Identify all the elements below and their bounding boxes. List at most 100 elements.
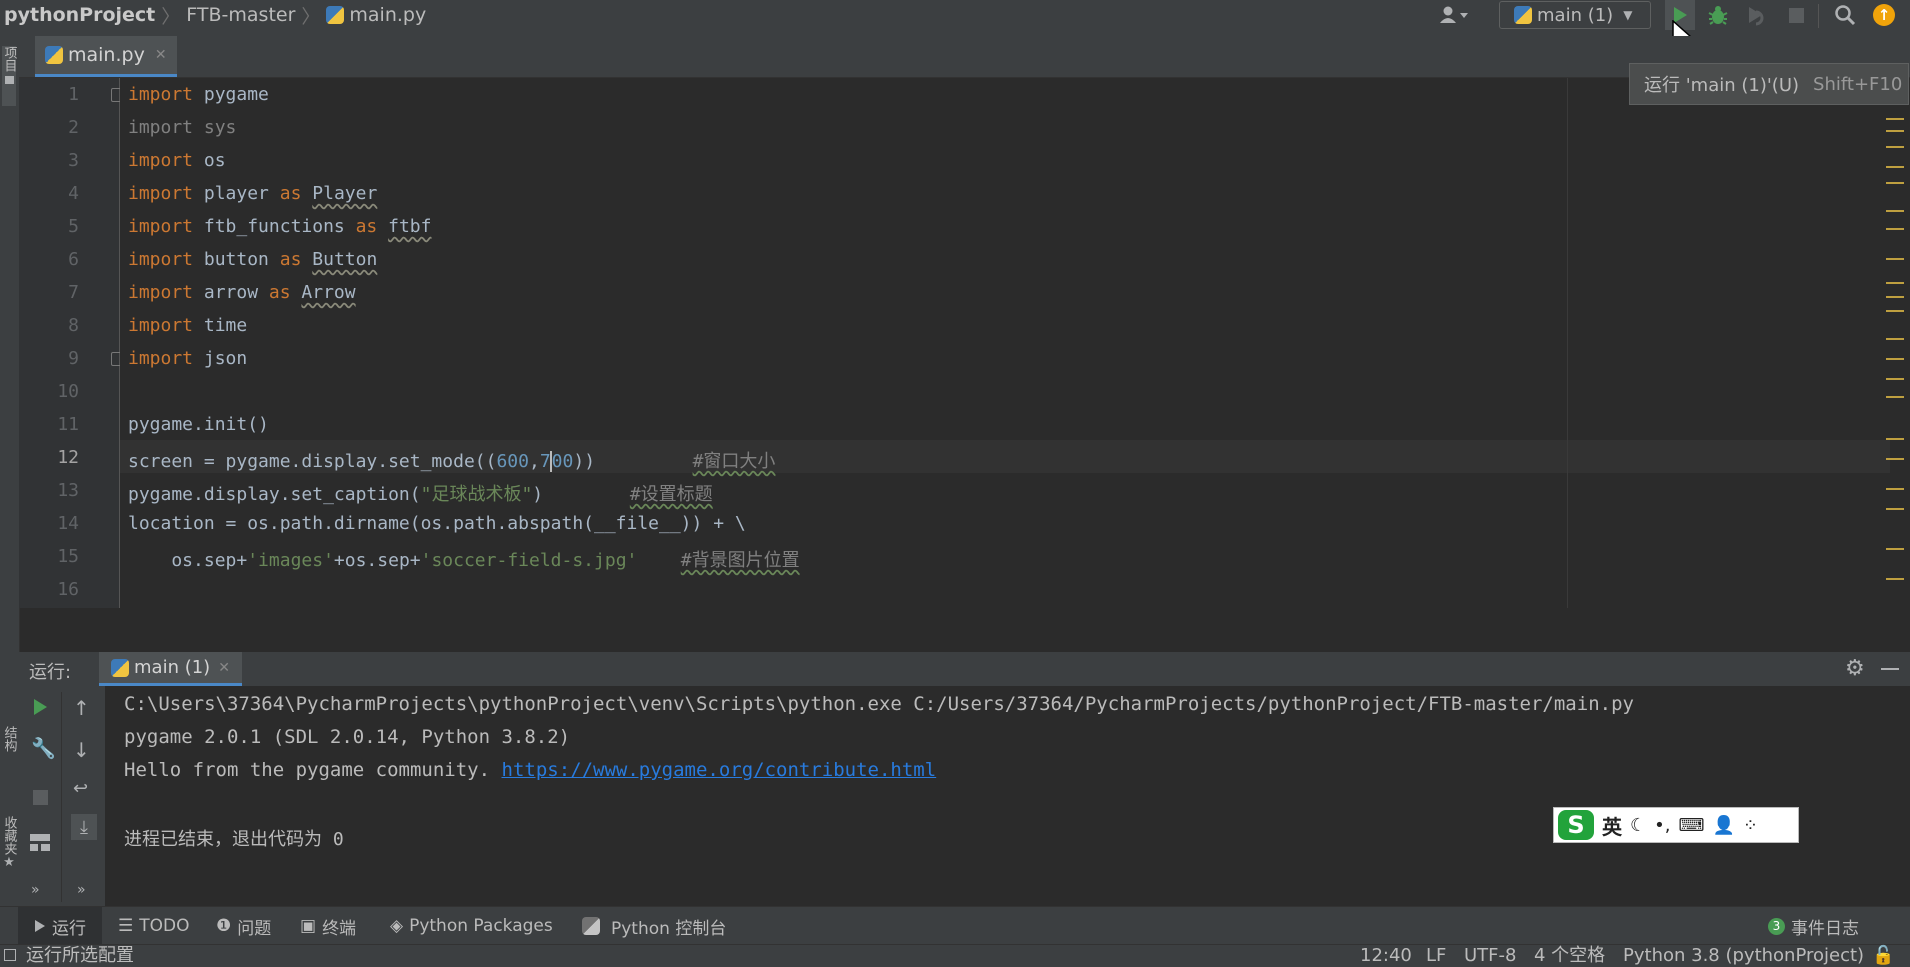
list-icon: ☰: [118, 916, 134, 936]
tool-tab-event-log[interactable]: 3 事件日志: [1768, 907, 1859, 945]
console-line: Hello from the pygame community. https:/…: [124, 759, 936, 781]
run-tab-label: main (1): [134, 657, 211, 678]
run-tab-main[interactable]: main (1) ✕: [99, 652, 242, 686]
breadcrumb-folder[interactable]: FTB-master: [186, 0, 295, 30]
user-icon: [1440, 6, 1468, 23]
scroll-to-end-icon[interactable]: ⤓: [71, 814, 97, 840]
stop-button[interactable]: [1781, 0, 1811, 30]
code-line: import ftb_functions as ftbf: [128, 216, 432, 237]
toggle-tool-windows-icon[interactable]: [4, 949, 16, 961]
tool-tab-python-packages[interactable]: ◈ Python Packages: [390, 907, 553, 945]
status-bar: 运行所选配置 12:40 LF UTF-8 4 个空格 Python 3.8 (…: [0, 944, 1910, 967]
run-icon: [35, 920, 45, 932]
python-interpreter[interactable]: Python 3.8 (pythonProject): [1623, 945, 1864, 967]
error-stripe[interactable]: [1884, 78, 1910, 608]
gear-icon: ⚙: [1845, 656, 1865, 681]
console-text: Hello from the pygame community.: [124, 759, 502, 781]
code-line: import os: [128, 150, 226, 171]
scroll-down-icon[interactable]: ↓: [73, 738, 90, 762]
layout-icon: [30, 834, 50, 841]
folder-icon: [4, 76, 14, 84]
run-tooltip: 运行 'main (1)'(U) Shift+F10: [1629, 63, 1909, 105]
breadcrumb-file[interactable]: main.py: [349, 0, 426, 30]
star-icon: ★: [3, 855, 15, 870]
code-line: import json: [128, 348, 248, 369]
editor-tab-main-py[interactable]: main.py ✕: [35, 36, 177, 77]
tool-tab-run[interactable]: 运行: [18, 907, 102, 945]
tool-tab-python-console[interactable]: Python 控制台: [582, 907, 726, 945]
project-tool-window-button[interactable]: 项目: [1, 46, 17, 106]
line-number: 16: [57, 579, 79, 600]
console-link[interactable]: https://www.pygame.org/contribute.html: [502, 759, 937, 781]
close-icon[interactable]: ✕: [218, 660, 230, 676]
update-arrow-icon: ↑: [1873, 4, 1895, 26]
settings-button[interactable]: ⚙: [1845, 658, 1867, 680]
stop-icon: [1788, 7, 1804, 23]
line-number: 15: [57, 546, 79, 567]
line-number: 9: [68, 348, 79, 369]
line-number-current: 12: [57, 447, 79, 468]
run-with-coverage-button[interactable]: [1741, 0, 1771, 30]
line-number: 5: [68, 216, 79, 237]
more-actions-icon[interactable]: »: [77, 882, 86, 898]
caret-position[interactable]: 12:40: [1360, 945, 1412, 967]
minimize-icon[interactable]: [1881, 668, 1899, 670]
favorites-tool-label: 收藏夹: [1, 816, 17, 855]
grid-menu-icon[interactable]: ⁘: [1743, 815, 1758, 836]
project-tool-label: 项目: [1, 46, 17, 72]
run-panel-label: 运行:: [29, 662, 72, 683]
left-tool-window-stripe: 项目 结构 收藏夹 ★: [0, 36, 20, 906]
code-lines[interactable]: import pygame import sys import os impor…: [120, 78, 1870, 608]
run-console[interactable]: C:\Users\37364\PycharmProjects\pythonPro…: [105, 686, 1910, 906]
run-configuration-select[interactable]: main (1) ▼: [1499, 1, 1651, 29]
editor-tab-bar: main.py ✕: [19, 36, 1910, 78]
line-number: 1: [68, 84, 79, 105]
structure-tool-window-button[interactable]: 结构: [2, 726, 17, 786]
stop-icon[interactable]: [33, 790, 48, 805]
line-number: 13: [57, 480, 79, 501]
file-encoding[interactable]: UTF-8: [1464, 945, 1516, 967]
keyboard-icon[interactable]: ⌨: [1678, 815, 1704, 836]
code-line: import time: [128, 315, 248, 336]
debug-button[interactable]: [1703, 0, 1733, 30]
terminal-icon: ▣: [300, 916, 317, 936]
rerun-icon: [34, 699, 47, 715]
breadcrumb-project[interactable]: pythonProject: [4, 0, 155, 30]
rerun-button[interactable]: [31, 698, 49, 720]
code-line: pygame.init(): [128, 414, 269, 435]
tool-tab-problems[interactable]: ❶ 问题: [216, 907, 271, 945]
ide-update-button[interactable]: ↑: [1869, 0, 1899, 30]
console-line: 进程已结束，退出代码为 0: [124, 829, 344, 850]
python-icon: [1514, 6, 1532, 24]
scroll-up-icon[interactable]: ↑: [73, 696, 90, 720]
moon-icon[interactable]: ☾: [1630, 815, 1646, 836]
line-separator[interactable]: LF: [1426, 945, 1446, 967]
indent-setting[interactable]: 4 个空格: [1534, 945, 1605, 967]
punctuation-icon[interactable]: •,: [1654, 815, 1670, 836]
search-everywhere-button[interactable]: [1830, 0, 1860, 30]
close-icon[interactable]: ✕: [155, 47, 167, 63]
ime-toolbar[interactable]: S 英 ☾ •, ⌨ 👤 ⁘: [1553, 807, 1799, 843]
ime-language-toggle[interactable]: 英: [1602, 811, 1622, 840]
tool-tab-label: 终端: [322, 918, 357, 939]
editor-gutter: 1 2 3 4 5 6 7 8 9 10 11 12 13 14 15 16: [19, 78, 123, 608]
more-actions-icon[interactable]: »: [31, 882, 40, 898]
layout-button[interactable]: [30, 834, 50, 852]
run-configuration-label: main (1): [1537, 4, 1614, 26]
user-icon[interactable]: 👤: [1712, 815, 1734, 836]
sogou-logo-icon: S: [1558, 810, 1594, 840]
run-panel-header: 运行: main (1) ✕ ⚙: [19, 652, 1910, 686]
tool-tab-todo[interactable]: ☰ TODO: [118, 907, 190, 945]
tool-tab-terminal[interactable]: ▣ 终端: [300, 907, 356, 945]
edit-configuration-button[interactable]: 🔧: [31, 736, 56, 760]
tool-tab-label: Python Packages: [409, 916, 553, 936]
code-line: import sys: [128, 117, 237, 138]
bottom-tool-window-bar: 运行 ☰ TODO ❶ 问题 ▣ 终端 ◈ Python Packages Python…: [0, 906, 1910, 945]
bug-icon: [1708, 6, 1728, 25]
lock-icon[interactable]: 🔓: [1872, 945, 1894, 967]
code-line: import pygame: [128, 84, 269, 105]
user-account-button[interactable]: [1434, 0, 1474, 30]
soft-wrap-icon[interactable]: ↩: [73, 778, 88, 799]
info-icon: ❶: [216, 916, 232, 936]
favorites-tool-window-button[interactable]: 收藏夹 ★: [1, 816, 17, 896]
